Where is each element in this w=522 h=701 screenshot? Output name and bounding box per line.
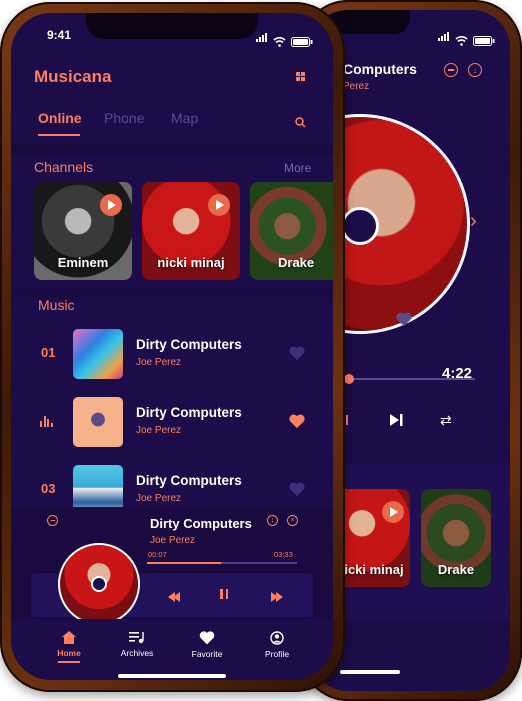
- next-arrow-icon[interactable]: ›: [470, 210, 477, 233]
- nav-archives[interactable]: Archives: [115, 631, 159, 658]
- status-time: 9:41: [47, 28, 72, 42]
- channel-card-drake[interactable]: Drake: [250, 182, 333, 280]
- tab-divider: [11, 143, 333, 155]
- battery-icon: [291, 37, 313, 47]
- tab-map[interactable]: Map: [171, 110, 198, 126]
- front-phone-screen: 9:41 Musicana Online Phone Map Channels …: [11, 13, 333, 680]
- front-phone-frame: 9:41 Musicana Online Phone Map Channels …: [0, 2, 345, 692]
- mini-title: Dirty Computers: [150, 516, 252, 531]
- download-icon[interactable]: ↓: [468, 63, 482, 77]
- play-badge-icon[interactable]: [208, 194, 230, 216]
- nav-favorite[interactable]: Favorite: [185, 631, 229, 659]
- section-divider: [11, 289, 333, 297]
- mini-player[interactable]: Dirty Computers Joe Perez ↓ × 00:07 03:3…: [11, 507, 333, 625]
- track-row[interactable]: Dirty Computers Joe Perez: [11, 392, 333, 452]
- play-badge-icon[interactable]: [100, 194, 122, 216]
- track-artist: Joe Perez: [136, 425, 182, 436]
- nav-home-label: Home: [57, 648, 81, 658]
- nav-archives-label: Archives: [120, 648, 154, 658]
- track-thumbnail: [73, 329, 123, 379]
- disc-heart-icon[interactable]: [396, 312, 412, 327]
- like-heart-icon[interactable]: [289, 346, 305, 361]
- track-artist: Joe Perez: [136, 357, 182, 368]
- channels-title: Channels: [34, 159, 94, 175]
- tab-online[interactable]: Online: [38, 110, 82, 126]
- home-indicator: [118, 674, 226, 678]
- mini-progress-fill: [147, 562, 221, 564]
- download-icon[interactable]: ↓: [267, 515, 278, 526]
- mini-progress-track[interactable]: [147, 562, 297, 564]
- nav-home[interactable]: Home: [51, 631, 87, 663]
- archives-icon: [129, 632, 144, 644]
- mini-pause-icon[interactable]: [220, 589, 228, 599]
- channel-card-nicki[interactable]: nicki minaj: [142, 182, 240, 280]
- profile-icon: [270, 631, 284, 645]
- music-title: Music: [38, 297, 75, 313]
- home-icon: [62, 631, 76, 644]
- back-channel-card-drake[interactable]: Drake: [421, 489, 491, 587]
- mini-album-disc[interactable]: [58, 543, 140, 625]
- now-playing-title: Computers: [343, 61, 417, 77]
- track-title: Dirty Computers: [136, 337, 242, 352]
- archive-icon[interactable]: [47, 515, 58, 526]
- wifi-icon: [455, 36, 468, 46]
- mini-artist: Joe Perez: [150, 535, 196, 546]
- channels-more-link[interactable]: More: [284, 161, 311, 175]
- shuffle-icon[interactable]: ⇄: [440, 412, 452, 429]
- notch: [86, 13, 258, 39]
- channel-label-nicki: nicki minaj: [157, 255, 225, 270]
- search-icon[interactable]: [295, 115, 306, 133]
- nav-favorite-label: Favorite: [191, 649, 223, 659]
- back-home-indicator: [340, 670, 400, 674]
- mini-total-time: 03:33: [274, 550, 293, 559]
- signal-icon: [256, 29, 268, 47]
- track-thumbnail: [73, 397, 123, 447]
- back-pause-partial-icon[interactable]: [346, 415, 348, 425]
- signal-icon: [438, 28, 450, 46]
- track-index: 01: [41, 345, 56, 360]
- track-title: Dirty Computers: [136, 473, 242, 488]
- grid-menu-icon[interactable]: [296, 72, 305, 81]
- wifi-icon: [273, 37, 286, 47]
- back-channel-label-drake: Drake: [437, 562, 475, 577]
- track-index: 03: [41, 481, 56, 496]
- like-heart-icon[interactable]: [289, 482, 305, 497]
- tab-online-underline: [38, 134, 80, 136]
- back-status-icons: [438, 28, 495, 46]
- equalizer-icon: [40, 416, 53, 427]
- track-artist: Joe Perez: [136, 493, 182, 504]
- mini-next-icon[interactable]: [271, 589, 283, 607]
- archive-icon[interactable]: [444, 63, 458, 77]
- track-row[interactable]: 01 Dirty Computers Joe Perez: [11, 324, 333, 384]
- channel-card-eminem[interactable]: Eminem: [34, 182, 132, 280]
- close-icon[interactable]: ×: [287, 515, 298, 526]
- back-next-icon[interactable]: [390, 413, 404, 431]
- status-icons: [256, 29, 313, 47]
- mini-elapsed-time: 00:07: [148, 550, 167, 559]
- now-playing-artist: Perez: [343, 81, 370, 92]
- nav-profile-label: Profile: [264, 649, 290, 659]
- heart-icon: [199, 631, 215, 645]
- tab-phone[interactable]: Phone: [104, 110, 144, 126]
- channel-label-eminem: Eminem: [57, 255, 109, 270]
- nav-profile[interactable]: Profile: [255, 631, 299, 659]
- mini-prev-icon[interactable]: [168, 589, 180, 607]
- app-brand: Musicana: [34, 67, 112, 86]
- liked-heart-icon[interactable]: [289, 414, 305, 429]
- track-title: Dirty Computers: [136, 405, 242, 420]
- channel-label-drake: Drake: [278, 255, 315, 270]
- bottom-nav: Home Archives Favorite Profile: [11, 619, 333, 680]
- battery-icon: [473, 36, 495, 46]
